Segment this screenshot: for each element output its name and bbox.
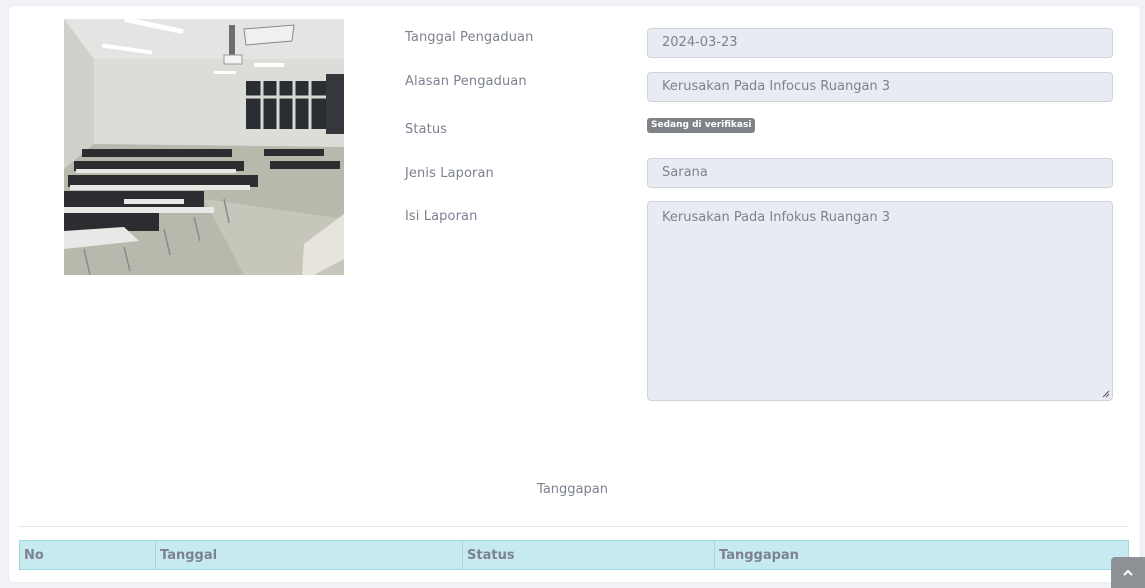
chevron-up-icon xyxy=(1123,569,1133,576)
isi-text: Kerusakan Pada Infokus Ruangan 3 xyxy=(662,210,891,225)
response-table: No Tanggal Status Tanggapan xyxy=(19,540,1129,570)
resize-grip-icon[interactable] xyxy=(1102,390,1110,398)
status-label: Status xyxy=(405,122,448,137)
alasan-label: Alasan Pengaduan xyxy=(405,74,527,89)
isi-textarea[interactable]: Kerusakan Pada Infokus Ruangan 3 xyxy=(647,201,1113,401)
tanggal-field[interactable]: 2024-03-23 xyxy=(647,28,1113,58)
column-header-no: No xyxy=(19,540,156,570)
column-header-tanggapan: Tanggapan xyxy=(714,540,1129,570)
column-header-status: Status xyxy=(462,540,715,570)
scroll-to-top-button[interactable] xyxy=(1111,557,1145,588)
divider xyxy=(19,526,1129,527)
column-header-tanggal: Tanggal xyxy=(155,540,463,570)
complaint-photo xyxy=(64,19,344,275)
tanggal-label: Tanggal Pengaduan xyxy=(405,30,534,45)
alasan-field[interactable]: Kerusakan Pada Infocus Ruangan 3 xyxy=(647,72,1113,102)
status-badge: Sedang di verifikasi xyxy=(647,118,756,133)
jenis-field[interactable]: Sarana xyxy=(647,158,1113,188)
table-header-row: No Tanggal Status Tanggapan xyxy=(19,540,1129,570)
isi-label: Isi Laporan xyxy=(405,209,478,224)
tanggapan-heading: Tanggapan xyxy=(537,482,608,497)
jenis-label: Jenis Laporan xyxy=(405,166,494,181)
